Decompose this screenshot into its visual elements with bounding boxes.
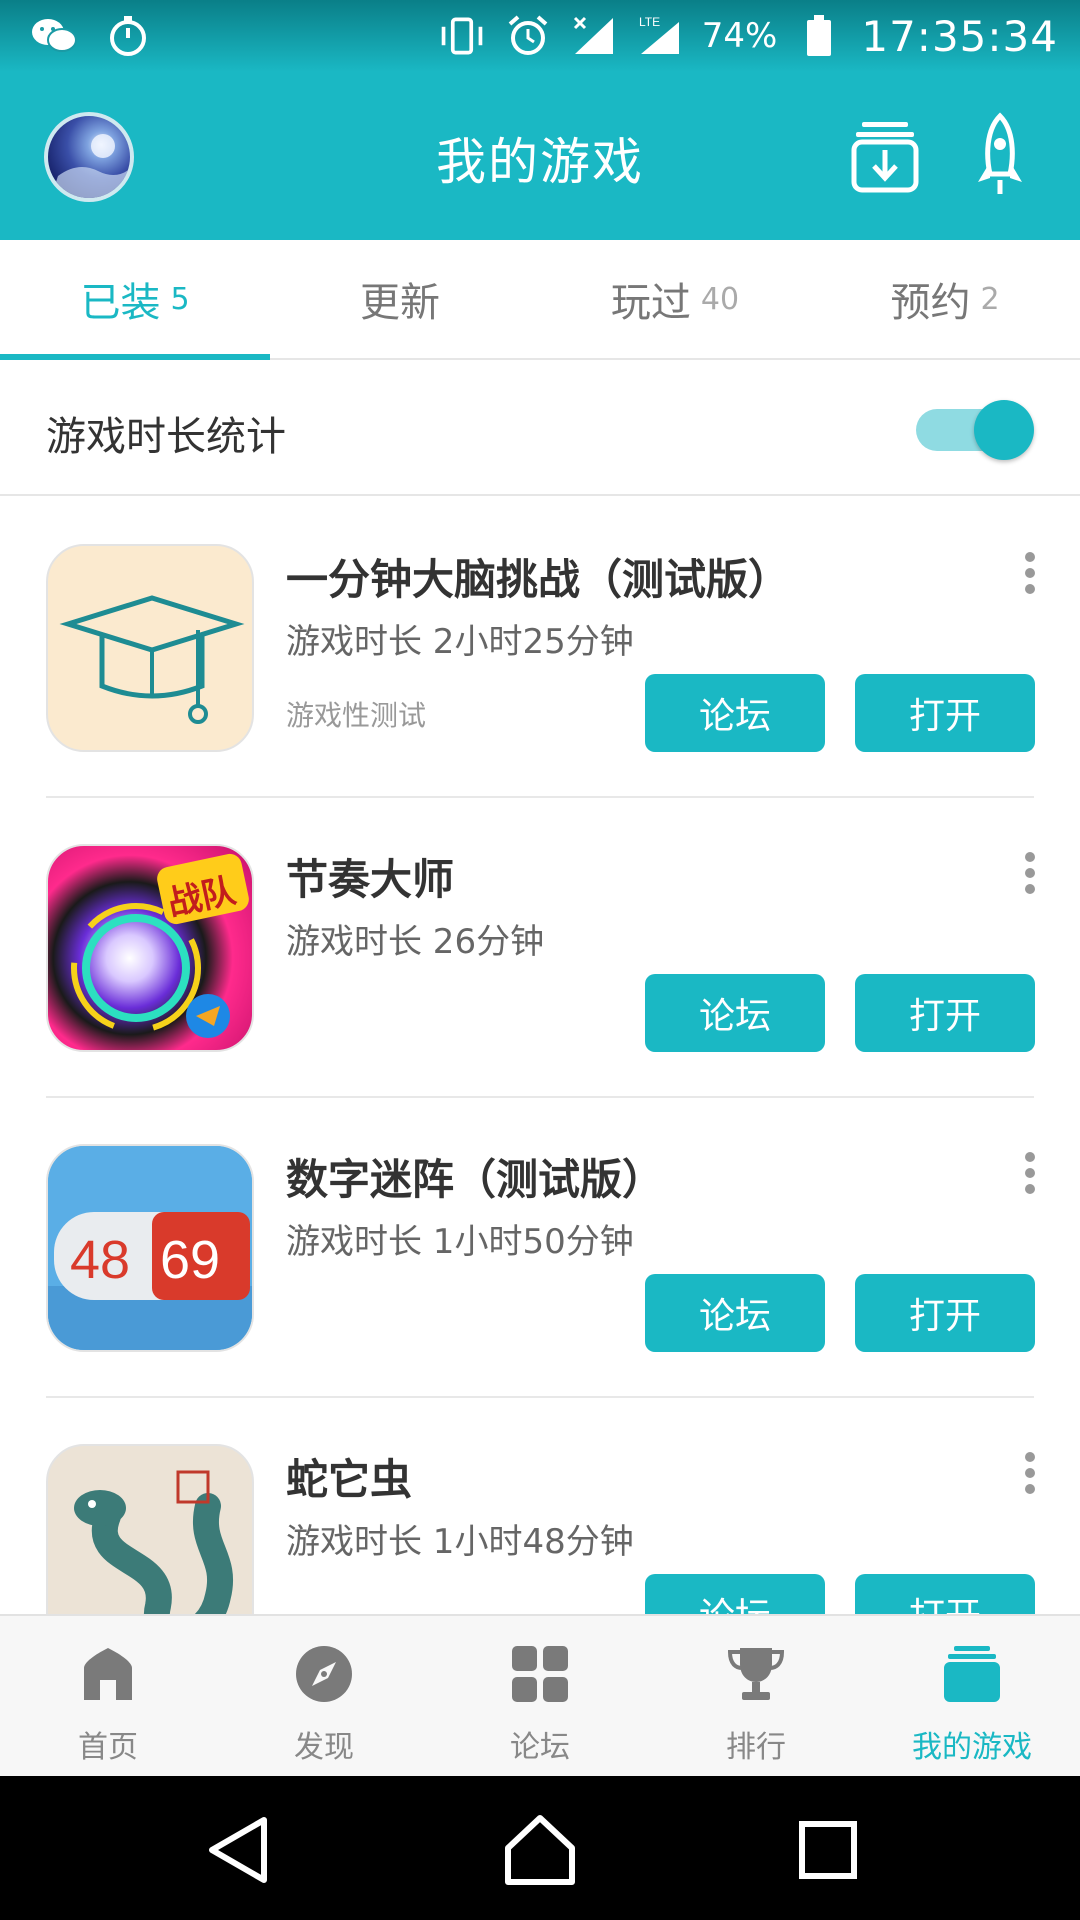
app-bar: 我的游戏	[0, 72, 1080, 240]
tab-count: 5	[170, 281, 190, 317]
forum-button[interactable]: 论坛	[645, 674, 825, 752]
tab-reserved[interactable]: 预约 2	[810, 240, 1080, 358]
vibrate-icon	[438, 14, 486, 58]
trophy-icon	[726, 1644, 786, 1704]
more-options-icon[interactable]	[1010, 1446, 1050, 1506]
status-bar: LTE 74% 17:35:34	[0, 0, 1080, 72]
brain-challenge-app-icon[interactable]	[46, 544, 254, 752]
tab-count: 40	[700, 281, 740, 317]
rocket-icon[interactable]	[968, 112, 1032, 200]
system-nav-bar	[0, 1776, 1080, 1920]
snake-worm-app-icon[interactable]	[46, 1444, 254, 1614]
playtime-stats-row: 游戏时长统计	[0, 360, 1080, 496]
svg-text:48: 48	[70, 1230, 130, 1290]
bottom-nav: 首页 发现 论坛 排行 我的游戏	[0, 1614, 1080, 1776]
stopwatch-icon	[104, 14, 152, 58]
game-title: 一分钟大脑挑战（测试版）	[286, 555, 791, 604]
tab-played[interactable]: 玩过 40	[540, 240, 810, 358]
game-playtime: 游戏时长 1小时48分钟	[286, 1522, 634, 1562]
battery-icon	[795, 14, 843, 58]
open-button[interactable]: 打开	[855, 1274, 1035, 1352]
stack-icon	[942, 1644, 1002, 1704]
open-button[interactable]: 打开	[855, 674, 1035, 752]
game-tag: 游戏性测试	[286, 699, 427, 732]
game-playtime: 游戏时长 2小时25分钟	[286, 622, 634, 662]
lte-signal-icon: LTE	[636, 14, 684, 58]
game-title: 蛇它虫	[286, 1455, 413, 1504]
signal-icon	[570, 14, 618, 58]
game-title: 节奏大师	[286, 855, 455, 904]
nav-label: 我的游戏	[912, 1730, 1032, 1765]
list-item[interactable]: 蛇它虫 游戏时长 1小时48分钟 论坛 打开	[0, 1398, 1080, 1614]
open-button[interactable]: 打开	[855, 974, 1035, 1052]
tab-label: 更新	[360, 280, 440, 326]
tab-count: 2	[980, 281, 1000, 317]
game-title: 数字迷阵（测试版）	[286, 1155, 665, 1204]
nav-discover[interactable]: 发现	[216, 1616, 432, 1776]
forum-button[interactable]: 论坛	[645, 974, 825, 1052]
recents-icon[interactable]	[788, 1810, 868, 1890]
game-list: 一分钟大脑挑战（测试版） 游戏时长 2小时25分钟 游戏性测试 论坛 打开 战队…	[0, 498, 1080, 1614]
nav-label: 论坛	[510, 1730, 570, 1765]
tab-label: 已装	[80, 280, 161, 326]
open-button[interactable]: 打开	[855, 1574, 1035, 1614]
toggle-knob	[974, 400, 1034, 460]
game-playtime: 游戏时长 26分钟	[286, 922, 545, 962]
tab-installed[interactable]: 已装 5	[0, 240, 270, 360]
forum-button[interactable]: 论坛	[645, 1574, 825, 1614]
home-nav-icon[interactable]	[500, 1810, 580, 1890]
tab-bar: 已装 5 更新 玩过 40 预约 2	[0, 240, 1080, 360]
list-item[interactable]: 48 69 数字迷阵（测试版） 游戏时长 1小时50分钟 论坛 打开	[0, 1098, 1080, 1398]
svg-text:69: 69	[160, 1230, 220, 1290]
svg-text:LTE: LTE	[639, 15, 660, 29]
alarm-icon	[504, 14, 552, 58]
back-icon[interactable]	[200, 1810, 280, 1890]
download-icon[interactable]	[848, 116, 922, 196]
list-item[interactable]: 战队 节奏大师 游戏时长 26分钟 论坛 打开	[0, 798, 1080, 1098]
tab-label: 预约	[890, 280, 971, 326]
grid-icon	[510, 1644, 570, 1704]
list-item[interactable]: 一分钟大脑挑战（测试版） 游戏时长 2小时25分钟 游戏性测试 论坛 打开	[0, 498, 1080, 798]
rhythm-master-app-icon[interactable]: 战队	[46, 844, 254, 1052]
playtime-stats-label: 游戏时长统计	[46, 414, 286, 460]
playtime-stats-toggle[interactable]	[912, 400, 1034, 460]
wechat-icon	[30, 14, 78, 58]
clock: 17:35:34	[861, 11, 1058, 61]
nav-ranking[interactable]: 排行	[648, 1616, 864, 1776]
tab-label: 玩过	[610, 280, 691, 326]
compass-icon	[294, 1644, 354, 1704]
tab-updates[interactable]: 更新	[270, 240, 540, 358]
game-playtime: 游戏时长 1小时50分钟	[286, 1222, 634, 1262]
nav-label: 首页	[78, 1730, 138, 1765]
nav-forum[interactable]: 论坛	[432, 1616, 648, 1776]
nav-label: 发现	[294, 1730, 354, 1765]
nav-home[interactable]: 首页	[0, 1616, 216, 1776]
more-options-icon[interactable]	[1010, 546, 1050, 606]
nav-my-games[interactable]: 我的游戏	[864, 1616, 1080, 1776]
nav-label: 排行	[726, 1730, 786, 1765]
home-icon	[78, 1644, 138, 1704]
battery-percent: 74%	[701, 16, 778, 56]
more-options-icon[interactable]	[1010, 1146, 1050, 1206]
more-options-icon[interactable]	[1010, 846, 1050, 906]
forum-button[interactable]: 论坛	[645, 1274, 825, 1352]
number-maze-app-icon[interactable]: 48 69	[46, 1144, 254, 1352]
